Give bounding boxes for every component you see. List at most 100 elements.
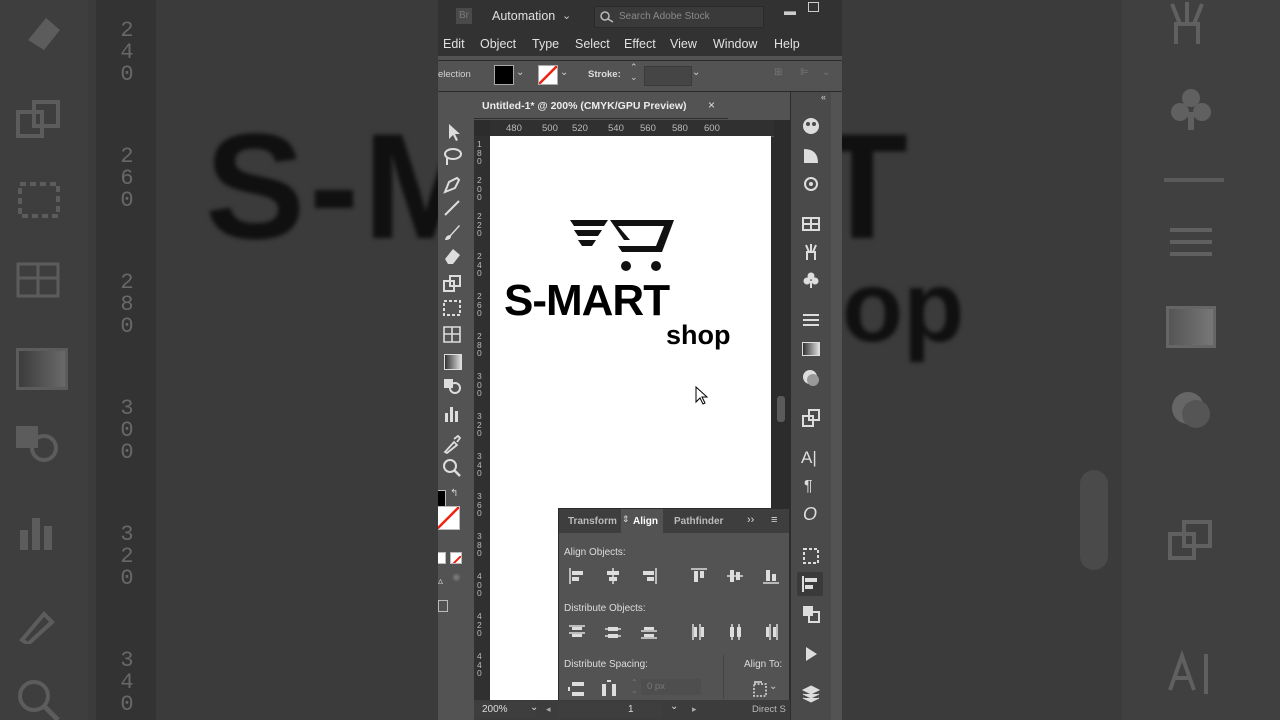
graph-tool-icon[interactable] (442, 404, 462, 424)
vertical-distribute-top-icon[interactable] (567, 622, 587, 642)
stroke-stepper[interactable]: ⌃ ⌄ (630, 62, 638, 82)
horizontal-align-center-icon[interactable] (603, 566, 623, 586)
selection-tool-icon[interactable] (444, 122, 464, 142)
workspace-switcher[interactable]: Automation (492, 9, 555, 23)
lasso-tool-icon[interactable] (442, 146, 462, 166)
zoom-level-field[interactable]: 200% ⌄ (474, 702, 538, 718)
first-artboard-button[interactable]: ◂ (546, 704, 551, 715)
vertical-align-center-icon[interactable] (725, 566, 745, 586)
artboard-number-field[interactable]: 1 (558, 702, 662, 718)
menu-view[interactable]: View (670, 37, 697, 51)
spacing-input[interactable]: 0 px (641, 679, 701, 695)
symbols-icon[interactable] (801, 270, 821, 290)
document-tab[interactable]: Untitled-1* @ 200% (CMYK/GPU Preview) × (474, 94, 728, 119)
maximize-button[interactable] (808, 2, 819, 12)
vertical-distribute-center-icon[interactable] (603, 622, 623, 642)
spacing-stepper[interactable]: ⌃ ⌄ (631, 679, 638, 695)
align-to-selection-icon[interactable] (751, 679, 771, 699)
menu-object[interactable]: Object (480, 37, 516, 51)
zoom-tool-icon[interactable] (442, 458, 462, 478)
stock-search-input[interactable]: Search Adobe Stock (594, 6, 764, 28)
collapse-icon[interactable]: « (821, 92, 826, 102)
chevron-down-icon[interactable]: ⌄ (769, 681, 777, 692)
horizontal-distribute-center-icon[interactable] (725, 622, 745, 642)
image-trace-icon[interactable] (801, 174, 821, 194)
menu-window[interactable]: Window (713, 37, 757, 51)
chevron-down-icon[interactable]: ⌄ (670, 701, 678, 712)
expand-tabs-icon[interactable]: ›› (747, 514, 754, 526)
divider (723, 655, 724, 699)
chevron-down-icon[interactable]: ⌄ (822, 67, 830, 78)
horizontal-distribute-left-icon[interactable] (689, 622, 709, 642)
pen-tool-icon[interactable] (442, 174, 462, 194)
screen-mode-icon[interactable] (438, 600, 448, 612)
color-mode-icon[interactable] (438, 552, 446, 564)
fill-swatch[interactable] (494, 65, 514, 85)
chevron-down-icon[interactable]: ⌄ (692, 67, 700, 78)
shape-builder-tool-icon[interactable] (442, 376, 462, 396)
transform-icon[interactable] (801, 546, 821, 566)
tab-transform[interactable]: Transform (568, 516, 617, 527)
vertical-align-bottom-icon[interactable] (761, 566, 781, 586)
gradient-tool-icon[interactable] (444, 354, 462, 370)
logo-brand-text[interactable]: S-MART (504, 276, 670, 326)
next-artboard-button[interactable]: ▸ (692, 704, 697, 715)
menu-effect[interactable]: Effect (624, 37, 656, 51)
mesh-tool-icon[interactable] (442, 324, 462, 344)
stroke-weight-input[interactable] (644, 66, 692, 86)
draw-normal-icon[interactable]: ▵ (438, 576, 443, 587)
distribute-options-icon[interactable]: ⊫ (800, 67, 809, 78)
artboards-icon[interactable] (801, 408, 821, 428)
logo-sub-text[interactable]: shop (666, 320, 731, 351)
vertical-distribute-space-icon[interactable] (567, 679, 587, 699)
menu-type[interactable]: Type (532, 37, 559, 51)
menu-edit[interactable]: Edit (443, 37, 465, 51)
tab-align[interactable]: Align ⇕ (621, 509, 663, 533)
horizontal-distribute-right-icon[interactable] (761, 622, 781, 642)
menu-help[interactable]: Help (774, 37, 800, 51)
gradient-panel-icon[interactable] (802, 342, 820, 356)
draw-inside-icon[interactable]: ◉ (452, 572, 461, 583)
scale-tool-icon[interactable] (442, 274, 462, 294)
align-panel-icon-active[interactable] (797, 572, 823, 596)
stroke-panel-icon[interactable] (801, 310, 821, 330)
vertical-distribute-bottom-icon[interactable] (639, 622, 659, 642)
tab-pathfinder[interactable]: Pathfinder (674, 516, 723, 527)
paragraph-icon[interactable]: ¶ (804, 478, 813, 496)
swap-colors-icon[interactable]: ↰ (450, 488, 458, 499)
eraser-tool-icon[interactable] (442, 246, 462, 266)
vertical-align-top-icon[interactable] (689, 566, 709, 586)
close-icon[interactable]: × (708, 98, 715, 112)
opentype-icon[interactable]: O (803, 504, 817, 525)
stroke-color-box[interactable] (438, 506, 460, 530)
align-options-icon[interactable]: ⊞ (774, 67, 782, 78)
menu-select[interactable]: Select (575, 37, 610, 51)
character-icon[interactable]: A| (801, 448, 817, 468)
minimize-button[interactable]: ▬ (784, 4, 796, 18)
ruler-tick-label: 3 4 0 (477, 451, 482, 478)
eyedropper-tool-icon[interactable] (442, 434, 462, 454)
stroke-swatch[interactable] (538, 65, 558, 85)
bridge-icon[interactable]: Br (456, 8, 472, 24)
libraries-icon[interactable] (801, 214, 821, 234)
paintbrush-tool-icon[interactable] (442, 222, 462, 242)
free-transform-tool-icon[interactable] (442, 298, 462, 318)
shopping-cart-icon[interactable] (570, 216, 680, 272)
horizontal-align-right-icon[interactable] (639, 566, 659, 586)
actions-icon[interactable] (801, 644, 821, 664)
chevron-down-icon[interactable]: ⌄ (560, 67, 568, 78)
chevron-down-icon[interactable]: ⌄ (516, 67, 524, 78)
puppet-warp-icon[interactable] (801, 242, 821, 262)
panel-menu-icon[interactable]: ≡ (771, 514, 777, 526)
layers-icon[interactable] (801, 684, 821, 704)
color-guide-icon[interactable] (801, 116, 821, 136)
chevron-down-icon[interactable]: ⌄ (562, 9, 571, 22)
line-tool-icon[interactable] (442, 198, 462, 218)
horizontal-align-left-icon[interactable] (567, 566, 587, 586)
swatches-icon[interactable] (801, 146, 821, 166)
transparency-icon[interactable] (801, 368, 821, 388)
horizontal-distribute-space-icon[interactable] (599, 679, 619, 699)
none-mode-icon[interactable] (450, 552, 462, 564)
scroll-thumb[interactable] (777, 396, 785, 422)
pathfinder-icon[interactable] (801, 604, 821, 624)
